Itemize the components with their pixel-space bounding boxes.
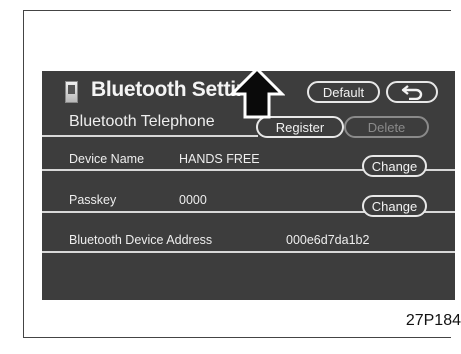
passkey-value: 0000 <box>179 193 207 207</box>
phone-icon <box>65 81 78 103</box>
device-name-change-button[interactable]: Change <box>362 155 427 177</box>
bluetooth-telephone-label: Bluetooth Telephone <box>69 113 215 130</box>
passkey-change-button[interactable]: Change <box>362 195 427 217</box>
row-divider <box>42 135 258 137</box>
delete-button[interactable]: Delete <box>344 116 429 138</box>
default-button[interactable]: Default <box>307 81 380 103</box>
row-divider <box>42 251 455 253</box>
figure-code: 27P184 <box>405 312 461 329</box>
back-arrow-icon <box>401 85 423 100</box>
back-button[interactable] <box>386 81 438 103</box>
address-label: Bluetooth Device Address <box>69 233 213 247</box>
pointer-arrow-icon <box>229 66 285 119</box>
address-value: 000e6d7da1b2 <box>286 233 370 247</box>
device-name-value: HANDS FREE <box>179 152 260 166</box>
device-name-label: Device Name <box>69 152 145 166</box>
passkey-label: Passkey <box>69 193 117 207</box>
